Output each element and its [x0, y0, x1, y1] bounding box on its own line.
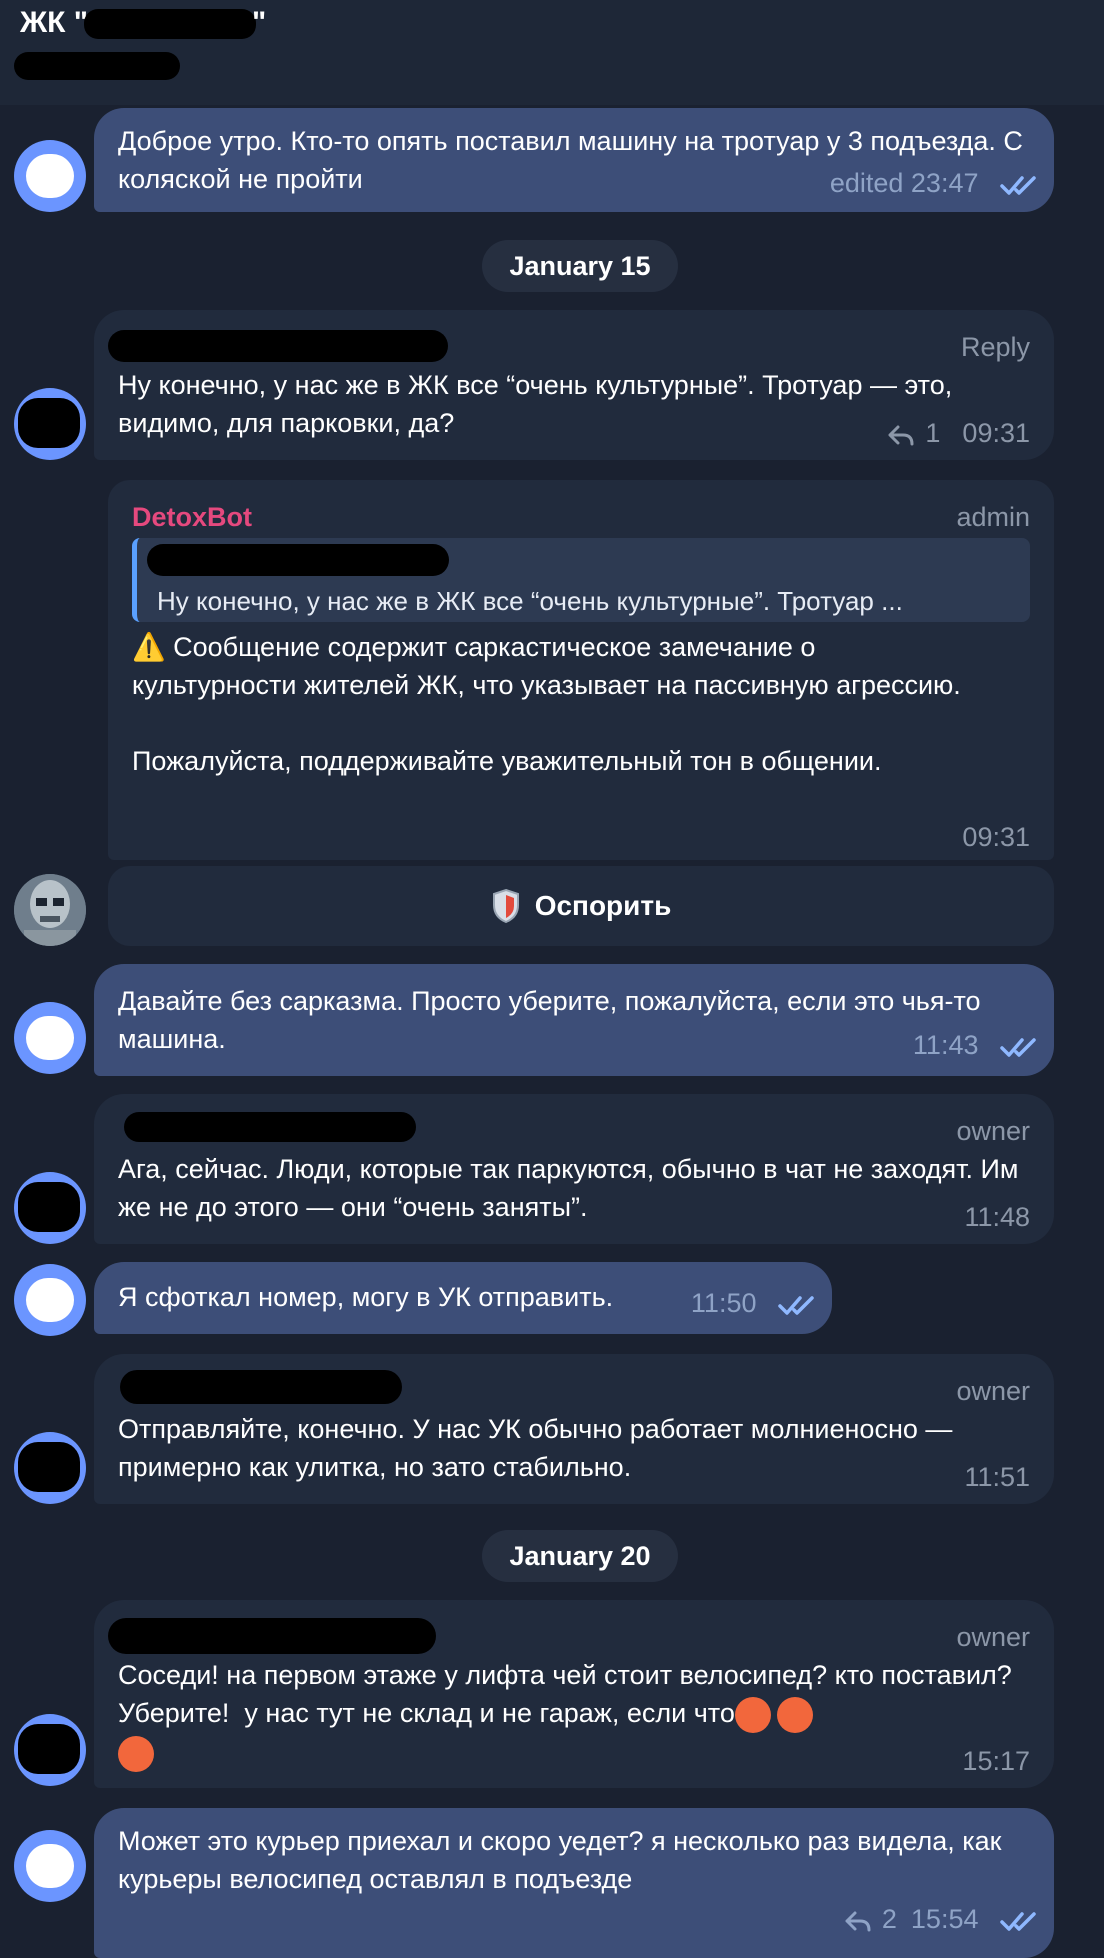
message-text: Отправляйте, конечно. У нас УК обычно ра…: [118, 1414, 960, 1482]
message-bubble[interactable]: Доброе утро. Кто-то опять поставил машин…: [94, 108, 1054, 212]
double-check-icon: [1000, 1912, 1036, 1931]
redacted-subtitle: [14, 52, 180, 80]
redacted-sender: [108, 330, 448, 362]
avatar[interactable]: [14, 140, 86, 212]
redacted-sender: [108, 1618, 436, 1654]
message-time: 11:48: [964, 1202, 1030, 1232]
reply-icon: [888, 425, 914, 446]
reply-icon: [845, 1911, 871, 1932]
message-meta: 2 15:54: [844, 1900, 1040, 1938]
role-badge: owner: [956, 1116, 1030, 1146]
redacted-title: [83, 9, 256, 40]
shield-icon: [492, 888, 519, 924]
double-check-icon: [1000, 176, 1036, 195]
message-time: 09:31: [962, 822, 1030, 852]
message-bubble[interactable]: Я сфоткал номер, могу в УК отправить. 11…: [94, 1262, 832, 1334]
redacted-quote-sender: [147, 544, 449, 576]
chat-header[interactable]: ЖК " ": [0, 0, 1104, 105]
bot-sender-name[interactable]: DetoxBot: [132, 498, 252, 536]
role-badge: admin: [956, 502, 1030, 532]
angry-face-icon: [734, 1696, 771, 1733]
message-time: 15:17: [962, 1746, 1030, 1776]
role-badge: owner: [956, 1376, 1030, 1406]
warning-icon: ⚠️: [132, 632, 166, 662]
reply-label[interactable]: Reply: [961, 328, 1030, 366]
redacted-sender: [120, 1370, 402, 1404]
angry-face-icon: [776, 1696, 813, 1733]
avatar[interactable]: [14, 1002, 86, 1074]
message-bubble[interactable]: owner Отправляйте, конечно. У нас УК обы…: [94, 1354, 1054, 1504]
quote-text: Ну конечно, у нас же в ЖК все “очень кул…: [157, 586, 903, 616]
message-bubble[interactable]: Может это курьер приехал и скоро уедет? …: [94, 1808, 1054, 1958]
avatar[interactable]: [14, 1714, 86, 1786]
message-meta: 11:50: [691, 1284, 818, 1322]
bot-avatar[interactable]: [14, 874, 86, 946]
message-bubble[interactable]: owner Соседи! на первом этаже у лифта че…: [94, 1600, 1054, 1788]
double-check-icon: [778, 1296, 814, 1315]
avatar[interactable]: [14, 1172, 86, 1244]
avatar[interactable]: [14, 1264, 86, 1336]
message-text: Соседи! на первом этаже у лифта чей стои…: [118, 1656, 1034, 1772]
bot-message-bubble[interactable]: DetoxBot admin Ну конечно, у нас же в ЖК…: [108, 480, 1054, 860]
avatar[interactable]: [14, 1830, 86, 1902]
dispute-button[interactable]: Оспорить: [108, 866, 1054, 946]
date-separator: January 20: [482, 1530, 678, 1582]
message-meta: 1 09:31: [887, 414, 1030, 452]
avatar[interactable]: [14, 388, 86, 460]
message-meta: 11:43: [913, 1026, 1040, 1064]
date-separator: January 15: [482, 240, 678, 292]
message-meta: edited 23:47: [830, 164, 1040, 202]
avatar[interactable]: [14, 1432, 86, 1504]
message-bubble[interactable]: Reply Ну конечно, у нас же в ЖК все “оче…: [94, 310, 1054, 460]
redacted-sender: [124, 1112, 416, 1142]
message-text: ⚠️ Сообщение содержит саркастическое зам…: [132, 632, 961, 776]
message-text: Может это курьер приехал и скоро уедет? …: [118, 1826, 1009, 1894]
role-badge: owner: [956, 1622, 1030, 1652]
message-bubble[interactable]: Давайте без сарказма. Просто уберите, по…: [94, 964, 1054, 1076]
quoted-message[interactable]: Ну конечно, у нас же в ЖК все “очень кул…: [132, 538, 1030, 622]
message-text: Давайте без сарказма. Просто уберите, по…: [118, 986, 989, 1054]
message-text: Ага, сейчас. Люди, которые так паркуются…: [118, 1154, 1027, 1222]
angry-face-icon: [118, 1735, 154, 1772]
double-check-icon: [1000, 1038, 1036, 1057]
chat-title: ЖК " ": [20, 6, 267, 40]
message-time: 11:51: [964, 1462, 1030, 1492]
message-bubble[interactable]: owner Ага, сейчас. Люди, которые так пар…: [94, 1094, 1054, 1244]
